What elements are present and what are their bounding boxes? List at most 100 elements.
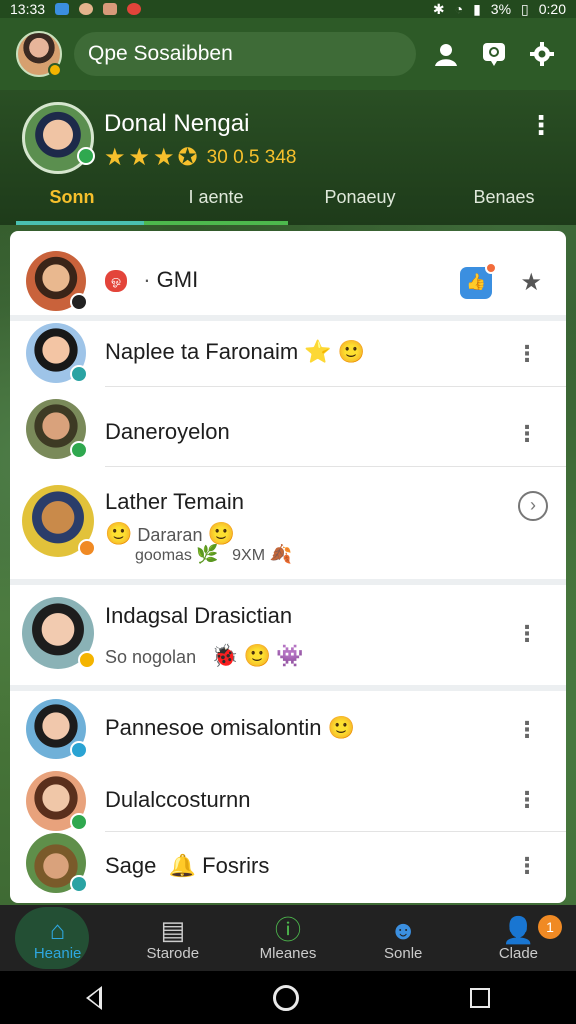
tab-indicator — [144, 221, 288, 225]
user-avatar[interactable] — [16, 31, 62, 77]
profile-score: 30 0.5 348 — [206, 147, 297, 168]
tab-benaes[interactable]: Benaes — [432, 185, 576, 225]
preview-text: 9XM — [232, 547, 266, 564]
crown-star-icon: ✪ — [177, 144, 198, 171]
list-item-pinned[interactable]: ஓ · GMI 👍 ★ — [10, 241, 566, 321]
notification-icon — [55, 3, 70, 15]
more-options-icon[interactable]: ⋮ — [528, 110, 554, 141]
gear-icon[interactable] — [524, 36, 560, 72]
tab-label: Sonn — [49, 187, 95, 207]
more-options-icon[interactable]: ⋮ — [516, 341, 538, 367]
list-item-name: Pannesoe omisalontin 🙂 — [105, 715, 355, 741]
tab-ponaeuy[interactable]: Ponaeuy — [288, 185, 432, 225]
nav-starode[interactable]: ▤ Starode — [115, 905, 230, 971]
status-badge — [70, 365, 88, 383]
favorite-star-icon[interactable]: ★ — [520, 268, 542, 297]
profile-avatar[interactable] — [22, 102, 95, 174]
search-input[interactable]: Qpe Sosaibben — [88, 42, 402, 66]
nav-mleanes[interactable]: ⓘ Mleanes — [230, 905, 345, 971]
message-pill-icon: ஓ — [105, 270, 128, 293]
divider — [105, 386, 566, 387]
more-options-icon[interactable]: ⋮ — [516, 853, 538, 879]
list-item-name: ஓ · GMI — [105, 267, 198, 293]
bottom-navigation: ⌂ Heanie ▤ Starode ⓘ Mleanes ☻ Sonle 👤 C… — [0, 905, 576, 971]
wifi-icon: ◔ — [454, 1, 464, 17]
nav-label: Mleanes — [259, 944, 317, 962]
chevron-right-icon[interactable]: › — [518, 491, 548, 521]
home-icon: ⌂ — [49, 914, 66, 945]
tab-label: I aente — [188, 187, 244, 207]
emoji-icon: 🐞 — [211, 643, 239, 668]
status-badge — [70, 293, 88, 311]
rating: ★ ★ ★ ✪ 30 0.5 348 — [104, 146, 296, 170]
tab-label: Ponaeuy — [324, 187, 396, 207]
avatar — [26, 771, 88, 831]
inbox-icon: ▤ — [160, 914, 186, 945]
search-bar[interactable]: Qpe Sosaibben — [74, 32, 416, 76]
status-badge — [78, 651, 96, 669]
app-notification-icon — [103, 3, 118, 15]
preview-text: So nogolan — [105, 647, 197, 667]
list-item-name: Dulalccosturnn — [105, 787, 251, 812]
more-options-icon[interactable]: ⋮ — [516, 621, 538, 647]
tab-bar: Sonn I aente Ponaeuy Benaes — [0, 185, 576, 225]
star-icon: ★ — [153, 144, 175, 171]
list-item[interactable]: Lather Temain 🙂 Dararan 🙂 goomas 🌿 9XM 🍂… — [10, 471, 566, 576]
chat-icon[interactable] — [476, 36, 512, 72]
emoji-icon: 🌿 — [196, 544, 219, 564]
app-badge-icon[interactable]: 👍 — [460, 262, 497, 299]
tab-indicator — [16, 221, 144, 225]
list-item-name: Sage 🔔 Fosrirs — [105, 853, 269, 879]
list-item[interactable]: Sage 🔔 Fosrirs ⋮ — [10, 831, 566, 901]
tab-label: Benaes — [473, 187, 535, 207]
list-item[interactable]: Naplee ta Faronaim ⭐ 🙂 ⋮ — [10, 321, 566, 401]
system-navigation — [0, 971, 576, 1024]
emoji-icon: 🙂 — [207, 521, 235, 546]
nav-home[interactable]: ⌂ Heanie — [0, 905, 115, 971]
nav-clade[interactable]: 👤 Clade 1 — [461, 905, 576, 971]
status-time: 13:33 — [10, 1, 46, 17]
status-badge — [70, 441, 88, 459]
conversation-list: ஓ · GMI 👍 ★ Naplee ta Faronaim ⭐ 🙂 ⋮ Dan… — [10, 231, 566, 903]
app-bar: Qpe Sosaibben — [0, 18, 576, 90]
tab-sonn[interactable]: Sonn — [0, 185, 144, 225]
status-badge — [78, 539, 96, 557]
contact-name: Pannesoe omisalontin — [105, 715, 322, 740]
list-item-label: GMI — [156, 267, 199, 292]
recents-icon[interactable] — [470, 987, 491, 1008]
person-icon: 👤 — [502, 914, 535, 945]
list-item[interactable]: Dulalccosturnn ⋮ — [10, 769, 566, 835]
more-options-icon[interactable]: ⋮ — [516, 787, 538, 813]
face-icon: ☻ — [389, 914, 417, 945]
nav-sonle[interactable]: ☻ Sonle — [346, 905, 461, 971]
more-options-icon[interactable]: ⋮ — [516, 421, 538, 447]
nav-label: Heanie — [33, 944, 82, 962]
status-badge — [48, 63, 62, 77]
more-options-icon[interactable]: ⋮ — [516, 717, 538, 743]
back-icon[interactable] — [85, 985, 102, 1010]
list-item[interactable]: Pannesoe omisalontin 🙂 ⋮ — [10, 691, 566, 769]
alert-icon: ⓘ — [275, 914, 302, 945]
divider — [105, 466, 566, 467]
avatar-notification-icon — [79, 3, 94, 15]
status-badge — [70, 875, 88, 893]
preview-text: Dararan — [137, 525, 203, 545]
bell-icon: 🔔 — [168, 853, 197, 878]
profile-icon[interactable] — [428, 36, 464, 72]
list-item-preview-2: goomas 🌿 9XM 🍂 — [135, 544, 292, 565]
emoji-icon: 🙂 — [105, 521, 133, 546]
status-time-right: 0:20 — [538, 1, 566, 17]
emoji-icon: 🙂 — [243, 643, 271, 668]
status-bar: 13:33 ✱ ◔ ▮ 3% ▯ 0:20 — [0, 0, 576, 18]
tab-laente[interactable]: I aente — [144, 185, 288, 225]
profile-header: Donal Nengai ★ ★ ★ ✪ 30 0.5 348 ⋮ Sonn I… — [0, 90, 576, 225]
battery-level: 3% — [490, 1, 512, 17]
emoji-icon: 👾 — [275, 643, 304, 668]
preview-text: goomas — [135, 547, 192, 564]
list-item[interactable]: Daneroyelon ⋮ — [10, 391, 566, 467]
home-button-icon[interactable] — [272, 984, 299, 1011]
list-item-name: Daneroyelon — [105, 419, 230, 444]
list-item[interactable]: Indagsal Drasictian So nogolan 🐞 🙂 👾 ⋮ — [10, 585, 566, 685]
list-item-name: Lather Temain — [105, 489, 245, 514]
avatar — [26, 399, 88, 459]
